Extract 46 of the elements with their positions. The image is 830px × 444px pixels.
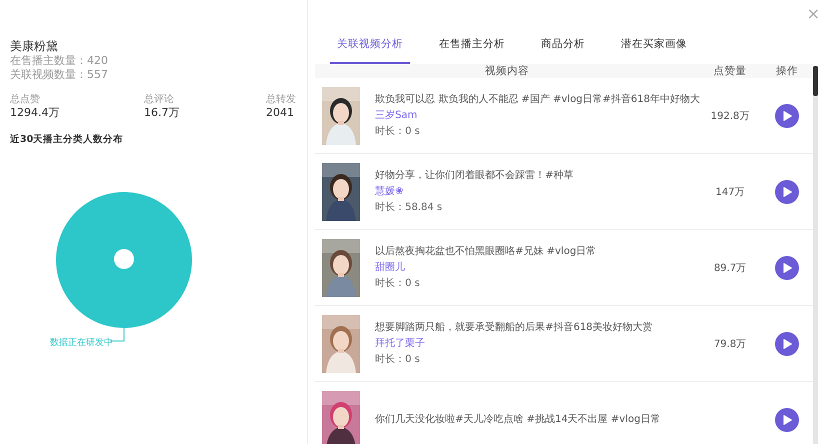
scrollbar[interactable]: [813, 66, 818, 444]
play-icon: [782, 186, 792, 196]
play-button[interactable]: [775, 256, 800, 280]
column-header: 视频内容: [485, 65, 530, 77]
play-button[interactable]: [775, 104, 800, 128]
like-count: 79.8万: [714, 338, 746, 350]
column-header: 点赞量: [714, 65, 747, 77]
play-button[interactable]: [775, 332, 800, 356]
stat-value: 16.7万: [144, 106, 180, 119]
info-line: 关联视频数量：557: [10, 68, 109, 82]
video-title: 欺负我可以忍 欺负我的人不能忍 #国产 #vlog日常#抖音618年中好物大: [375, 92, 700, 106]
play-icon: [782, 338, 792, 348]
video-duration: 时长：0 s: [375, 352, 421, 366]
video-duration: 时长：58.84 s: [375, 200, 444, 214]
video-title: 想要脚踏两只船，就要承受翻船的后果#抖音618美妆好物大赏: [375, 320, 653, 334]
brand-name: 美康粉黛: [10, 38, 59, 54]
stat-label: 总点赞: [10, 94, 40, 106]
author-link[interactable]: 慧媛❀: [375, 184, 574, 198]
section-title: 近30天播主分类人数分布: [10, 133, 124, 146]
info-line: 在售播主数量：420: [10, 54, 109, 68]
play-icon: [782, 110, 792, 120]
play-icon: [782, 262, 792, 272]
author-link[interactable]: 三岁Sam: [375, 108, 700, 122]
tab[interactable]: 商品分析: [534, 30, 592, 64]
author-link[interactable]: 甜圈儿: [375, 260, 596, 274]
video-duration: 时长：0 s: [375, 276, 421, 290]
like-count: 192.8万: [710, 110, 750, 122]
scrollbar-thumb[interactable]: [813, 66, 818, 96]
tab[interactable]: 在售播主分析: [432, 30, 512, 64]
video-title: 好物分享，让你们闭着眼都不会踩雷！#种草: [375, 168, 574, 182]
video-title: 以后熬夜掏花盆也不怕黑眼圈咯#兄妹 #vlog日常: [375, 244, 596, 258]
stat-value: 2041: [266, 106, 294, 119]
stat-label: 总评论: [144, 94, 174, 106]
column-header: 操作: [776, 65, 798, 77]
play-button[interactable]: [775, 408, 800, 432]
author-link[interactable]: 拜托了栗子: [375, 336, 653, 350]
play-button[interactable]: [775, 180, 800, 204]
stat-value: 1294.4万: [10, 106, 60, 119]
stat-label: 总转发: [266, 94, 296, 106]
video-duration: 时长：0 s: [375, 124, 421, 138]
close-button[interactable]: ×: [806, 6, 820, 22]
video-title: 你们几天没化妆啦#天儿冷吃点啥 #挑战14天不出屋 #vlog日常: [375, 412, 660, 426]
like-count: 147万: [716, 186, 745, 198]
play-icon: [782, 414, 792, 424]
like-count: 89.7万: [714, 262, 746, 274]
tab[interactable]: 潜在买家画像: [614, 30, 694, 64]
